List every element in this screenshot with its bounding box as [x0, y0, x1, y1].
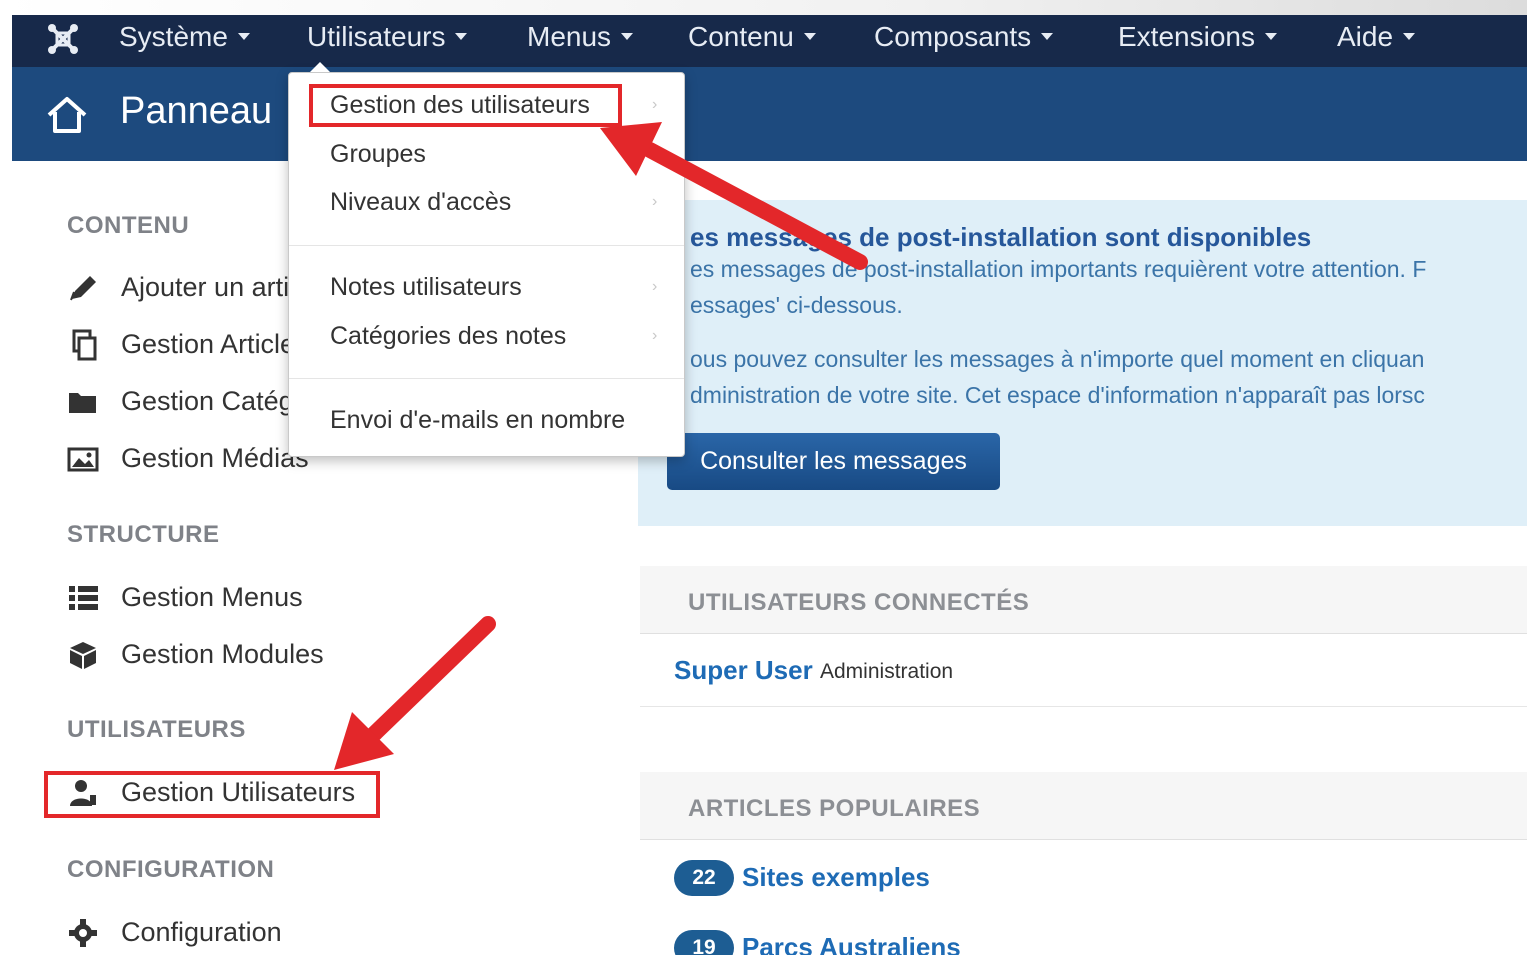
nav-label: Utilisateurs	[307, 21, 446, 52]
sidebar-item-label: Gestion Menus	[121, 582, 303, 612]
logged-user-role: Administration	[820, 660, 954, 683]
alert-title: es messages de post-installation sont di…	[690, 222, 1312, 252]
dropdown-caret	[310, 62, 330, 72]
sidebar-heading-configuration: CONFIGURATION	[67, 856, 275, 883]
panel-divider	[640, 706, 1527, 726]
image-icon	[67, 447, 99, 472]
nav-utilisateurs[interactable]: Utilisateurs	[307, 15, 468, 67]
menu-item-categories-notes[interactable]: Catégories des notes	[330, 322, 566, 351]
caret-down-icon	[621, 33, 634, 41]
nav-label: Extensions	[1118, 21, 1255, 52]
hits-badge: 19	[674, 930, 734, 955]
menu-item-groupes[interactable]: Groupes	[330, 140, 426, 169]
nav-label: Aide	[1337, 21, 1394, 52]
home-icon	[47, 97, 87, 133]
view-messages-button[interactable]: Consulter les messages	[667, 433, 1000, 490]
sidebar-heading-contenu: CONTENU	[67, 212, 190, 239]
sidebar-item-label: Configuration	[121, 917, 282, 947]
nav-label: Composants	[874, 21, 1032, 52]
submenu-arrow-icon: ›	[652, 278, 658, 295]
menu-divider	[289, 378, 684, 379]
pencil-icon	[70, 276, 96, 301]
users-dropdown-menu	[288, 72, 685, 457]
nav-contenu[interactable]: Contenu	[688, 15, 816, 67]
joomla-logo-icon[interactable]	[46, 22, 80, 56]
submenu-arrow-icon: ›	[652, 193, 658, 210]
sidebar-item-label: Gestion Modules	[121, 639, 324, 669]
copy-icon	[72, 329, 97, 361]
nav-menus[interactable]: Menus	[527, 15, 634, 67]
alert-text-line: essages' ci-dessous.	[690, 292, 903, 318]
sidebar-item-configuration[interactable]: Configuration	[60, 913, 390, 953]
logged-users-title: UTILISATEURS CONNECTÉS	[688, 589, 1030, 616]
submenu-arrow-icon: ›	[652, 96, 658, 113]
highlight-box-sidebar	[44, 771, 380, 818]
caret-down-icon	[1403, 33, 1416, 41]
page-title: Panneau	[120, 90, 273, 132]
popular-articles-title: ARTICLES POPULAIRES	[688, 795, 981, 822]
folder-icon	[69, 393, 96, 413]
sidebar-heading-structure: STRUCTURE	[67, 521, 220, 548]
cube-icon	[70, 642, 96, 669]
sidebar-item-gestion-menus[interactable]: Gestion Menus	[60, 578, 390, 618]
list-icon	[69, 586, 98, 610]
highlight-box-menu	[309, 84, 622, 127]
menu-item-notes-utilisateurs[interactable]: Notes utilisateurs	[330, 273, 522, 302]
sidebar-item-label: Gestion Médias	[121, 443, 309, 473]
alert-text-line: dministration de votre site. Cet espace …	[690, 382, 1425, 408]
sidebar-heading-utilisateurs: UTILISATEURS	[67, 716, 246, 743]
hits-badge: 22	[674, 860, 734, 896]
caret-down-icon	[455, 33, 468, 41]
menu-item-envoi-emails[interactable]: Envoi d'e-mails en nombre	[330, 406, 625, 435]
nav-composants[interactable]: Composants	[874, 15, 1054, 67]
sidebar-item-label: Gestion Articles	[121, 329, 309, 359]
caret-down-icon	[1041, 33, 1054, 41]
nav-label: Système	[119, 21, 228, 52]
menu-item-niveaux-acces[interactable]: Niveaux d'accès	[330, 188, 511, 217]
caret-down-icon	[237, 33, 250, 41]
nav-systeme[interactable]: Système	[119, 15, 250, 67]
caret-down-icon	[1264, 33, 1277, 41]
alert-text-line: es messages de post-installation importa…	[690, 256, 1427, 282]
nav-extensions[interactable]: Extensions	[1118, 15, 1277, 67]
popular-article-link[interactable]: Parcs Australiens	[742, 932, 961, 955]
menu-divider	[289, 245, 684, 246]
nav-label: Menus	[527, 21, 612, 52]
alert-text-line: ous pouvez consulter les messages à n'im…	[690, 346, 1425, 372]
nav-aide[interactable]: Aide	[1337, 15, 1416, 67]
window-top-shade	[0, 0, 1527, 15]
sidebar-item-gestion-modules[interactable]: Gestion Modules	[60, 635, 390, 675]
submenu-arrow-icon: ›	[652, 327, 658, 344]
caret-down-icon	[803, 33, 816, 41]
gear-icon	[69, 919, 97, 947]
nav-label: Contenu	[688, 21, 794, 52]
popular-article-link[interactable]: Sites exemples	[742, 862, 930, 893]
logged-user-link[interactable]: Super User	[674, 655, 813, 686]
